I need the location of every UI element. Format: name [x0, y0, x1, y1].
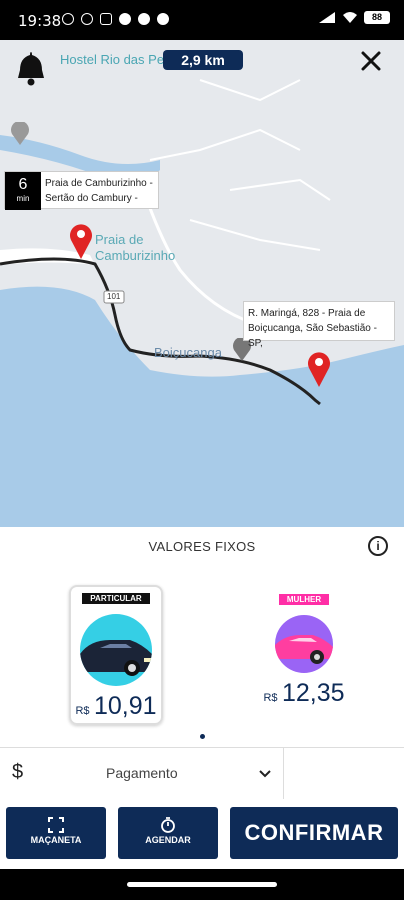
currency: R$	[75, 705, 90, 717]
battery-icon: 88	[364, 11, 390, 24]
fixed-values-header: VALORES FIXOS i	[0, 527, 404, 568]
vehicle-card-particular[interactable]: PARTICULAR R$ 10,91	[69, 585, 163, 725]
macaneta-button[interactable]: MAÇANETA	[6, 807, 106, 859]
origin-eta-callout: 6 min Praia de Camburizinho - Sertão do …	[4, 171, 159, 210]
map-label-boicucanga: Boiçucanga	[154, 345, 222, 360]
vehicle-price: R$ 12,35	[259, 679, 349, 708]
eta-value: 6	[18, 176, 28, 193]
destination-line2: Boiçucanga, São Sebastião - SP,	[248, 323, 377, 349]
map-view[interactable]: Praia de Camburizinho Boiçucanga 101 Hos…	[0, 40, 404, 527]
signal-icon	[319, 12, 335, 23]
divider	[283, 748, 284, 800]
price-value: 10,91	[93, 692, 157, 720]
confirm-button[interactable]: CONFIRMAR	[230, 807, 398, 859]
nfc-icon	[100, 13, 112, 25]
system-nav-bar	[0, 869, 404, 900]
origin-address-line1: Praia de Camburizinho -	[45, 178, 153, 189]
currency: R$	[263, 692, 278, 704]
schedule-label: AGENDAR	[145, 835, 191, 845]
vehicle-tag: MULHER	[278, 594, 330, 605]
car-icon	[275, 615, 333, 673]
mute-icon	[62, 13, 74, 25]
timer-icon	[161, 817, 175, 833]
vehicle-card-mulher[interactable]: MULHER R$ 12,35	[259, 589, 349, 725]
bell-icon[interactable]	[14, 50, 48, 86]
payment-selector[interactable]: $ Pagamento	[0, 747, 404, 801]
alarm-icon	[81, 13, 93, 25]
destination-callout: R. Maringá, 828 - Praia de Boiçucanga, S…	[243, 301, 395, 349]
expand-icon	[48, 817, 64, 833]
whatsapp-icon	[119, 13, 131, 25]
notification-icons	[62, 13, 169, 25]
destination-line1: R. Maringá, 828 - Praia de	[248, 308, 366, 319]
price-value: 12,35	[281, 679, 345, 707]
chevron-down-icon[interactable]	[258, 767, 272, 781]
close-icon[interactable]	[360, 50, 382, 72]
origin-address: Praia de Camburizinho - Sertão do Cambur…	[45, 176, 153, 206]
poi-icon-2	[11, 122, 29, 145]
map-label-praia-2: Camburizinho	[95, 248, 176, 263]
info-icon[interactable]: i	[368, 536, 388, 556]
map-label-praia-1: Praia de	[95, 232, 144, 247]
macaneta-label: MAÇANETA	[30, 835, 82, 845]
vehicle-tag: PARTICULAR	[82, 593, 150, 604]
distance-badge: 2,9 km	[163, 50, 243, 70]
app-icon	[157, 13, 169, 25]
status-time: 19:38	[18, 12, 62, 30]
map-canvas	[0, 40, 404, 527]
action-buttons: MAÇANETA AGENDAR CONFIRMAR	[0, 799, 404, 869]
origin-pin-icon	[70, 224, 92, 259]
eta-badge: 6 min	[5, 172, 41, 210]
origin-address-line2: Sertão do Cambury -	[45, 193, 138, 204]
destination-pin-icon	[308, 352, 330, 387]
system-icons: 88	[318, 11, 390, 24]
fixed-values-title: VALORES FIXOS	[148, 539, 256, 554]
eta-unit: min	[16, 194, 30, 203]
car-icon	[80, 614, 152, 686]
vehicle-options: PARTICULAR R$ 10,91 MULHER R$ 12,35	[0, 567, 404, 747]
payment-label: Pagamento	[106, 765, 178, 781]
home-indicator[interactable]	[127, 882, 277, 887]
status-bar: 19:38 88	[0, 0, 404, 40]
road-number: 101	[107, 292, 121, 301]
schedule-button[interactable]: AGENDAR	[118, 807, 218, 859]
telegram-icon	[138, 13, 150, 25]
wifi-icon	[343, 12, 357, 23]
dollar-icon: $	[12, 761, 24, 783]
vehicle-price: R$ 10,91	[71, 692, 161, 721]
pager-dot	[200, 734, 205, 739]
